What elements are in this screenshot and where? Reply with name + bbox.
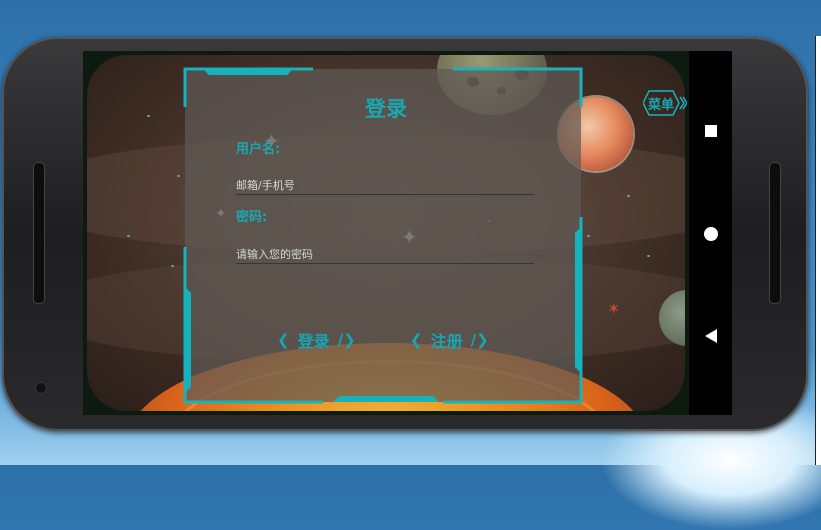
right-speaker-grille	[769, 162, 781, 304]
front-camera	[35, 382, 47, 394]
password-label: 密码:	[236, 210, 268, 225]
star-dot	[177, 175, 180, 177]
chevron-left-icon: ❮	[277, 331, 290, 349]
chevron-right-icon: /❯	[337, 331, 356, 349]
page-title: 登录	[365, 97, 407, 121]
android-nav-bar	[689, 51, 732, 415]
window-edge	[815, 36, 821, 465]
star-dot	[647, 255, 650, 257]
chevron-right-icon: /❯	[470, 331, 489, 349]
back-triangle-icon	[704, 329, 717, 343]
username-label: 用户名:	[236, 142, 281, 157]
back-button[interactable]	[689, 329, 732, 343]
app-screen: ✦ ✦ ✦ ✶ 登录 用户名: 密码: ❮ 登录 /❯	[83, 51, 689, 415]
left-speaker-grille	[33, 162, 45, 304]
menu-button[interactable]: 菜单	[643, 89, 687, 117]
overview-square-icon	[704, 125, 717, 137]
home-button[interactable]	[689, 227, 732, 241]
star-dot	[627, 195, 630, 197]
login-button-label: 登录	[297, 332, 330, 351]
star-dot	[171, 265, 174, 267]
username-input[interactable]	[236, 176, 534, 195]
overview-button[interactable]	[689, 125, 732, 137]
home-circle-icon	[703, 227, 718, 241]
star-dot	[587, 235, 590, 237]
star-icon: ✶	[607, 299, 621, 318]
register-button-label: 注册	[430, 332, 463, 351]
menu-label: 菜单	[647, 97, 674, 113]
login-button[interactable]: ❮ 登录 /❯	[277, 328, 356, 352]
password-input[interactable]	[236, 245, 534, 264]
star-dot	[127, 235, 130, 237]
chevron-left-icon: ❮	[410, 331, 423, 349]
register-button[interactable]: ❮ 注册 /❯	[410, 328, 489, 352]
